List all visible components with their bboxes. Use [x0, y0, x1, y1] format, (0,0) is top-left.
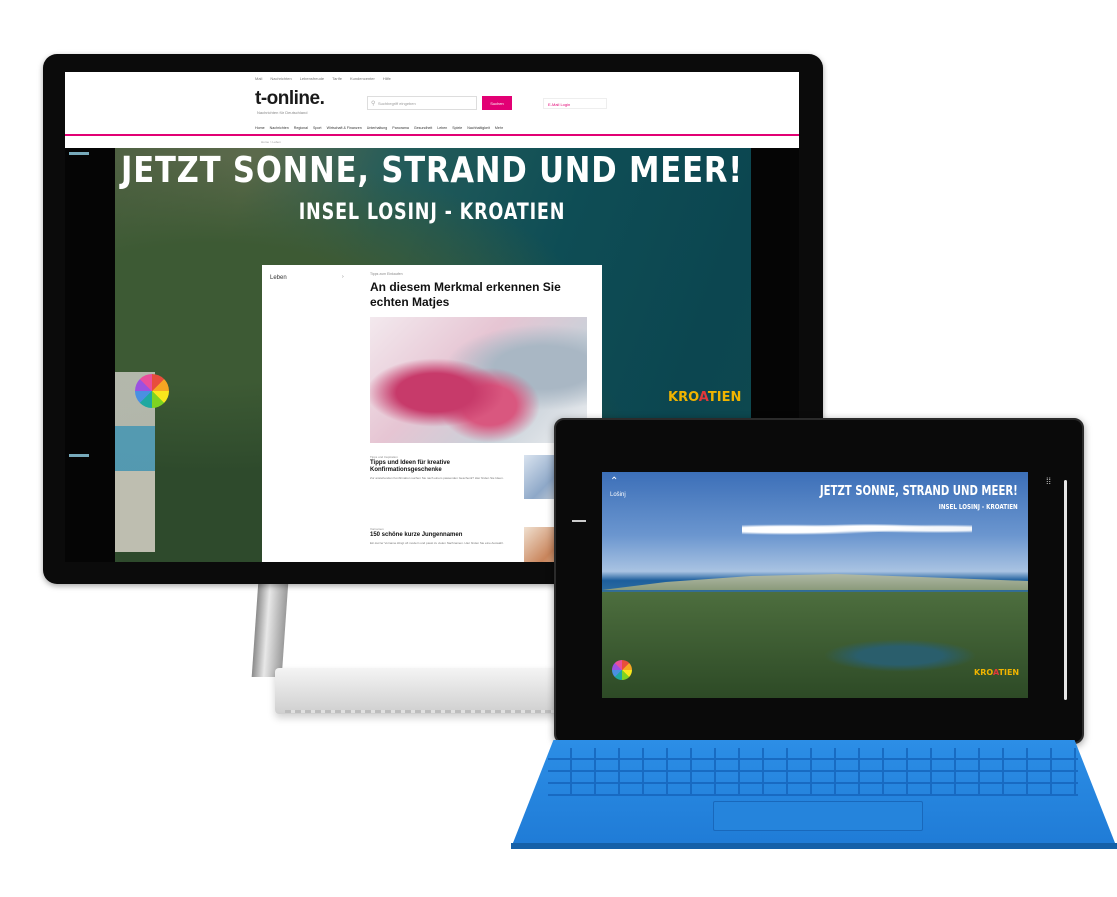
- tablet-screen[interactable]: ⌃ Lošinj JETZT SONNE, STRAND UND MEER! I…: [602, 472, 1028, 698]
- teaser-item[interactable]: Vornamen 150 schöne kurze Jungennamen Ei…: [370, 527, 520, 545]
- logo-tagline: Nachrichten für Deutschland: [257, 110, 308, 115]
- teaser-title[interactable]: 150 schöne kurze Jungennamen: [370, 532, 520, 539]
- tablet-side-tick: [572, 520, 586, 522]
- article-card: Leben › Tipps zum Einkaufen An diesem Me…: [262, 265, 602, 562]
- teaser-kicker: Tipps und Inspiration: [370, 455, 398, 459]
- top-nav-item[interactable]: Lebensfreude: [300, 76, 324, 81]
- keyboard-edge: [511, 843, 1117, 849]
- tablet-ad-subheadline[interactable]: INSEL LOSINJ - KROATIEN: [939, 503, 1018, 511]
- top-nav-item[interactable]: Nachrichten: [270, 76, 291, 81]
- ad-subheadline[interactable]: INSEL LOSINJ - KROATIEN: [138, 200, 725, 225]
- trackpad[interactable]: [713, 801, 923, 831]
- kroatien-logo-part: TIEN: [707, 390, 742, 405]
- article-headline[interactable]: An diesem Merkmal erkennen Sie echten Ma…: [370, 280, 595, 310]
- tablet-ad-headline[interactable]: JETZT SONNE, STRAND UND MEER!: [820, 484, 1018, 499]
- ad-left-border: [65, 148, 115, 562]
- breadcrumb[interactable]: Home > Leben: [261, 140, 281, 144]
- category-nav: Home Nachrichten Regional Sport Wirtscha…: [255, 126, 503, 130]
- category-item[interactable]: Gesundheit: [414, 126, 432, 130]
- teaser-text: Ein kurzer Vorname klingt oft modern und…: [370, 541, 504, 545]
- top-nav-item[interactable]: Hilfe: [383, 76, 391, 81]
- category-item[interactable]: Nachrichten: [270, 126, 289, 130]
- kroatien-logo[interactable]: KROATIEN: [668, 390, 741, 405]
- category-item[interactable]: Nachhaltigkeit: [467, 126, 490, 130]
- category-item[interactable]: Spiele: [452, 126, 462, 130]
- category-item[interactable]: Panorama: [392, 126, 409, 130]
- top-nav: Mail Nachrichten Lebensfreude Tarife Kun…: [255, 76, 391, 81]
- top-nav-item[interactable]: Kundencenter: [350, 76, 375, 81]
- side-scroll-tab[interactable]: [69, 454, 89, 457]
- article-kicker: Tipps zum Einkaufen: [370, 272, 403, 276]
- category-item[interactable]: Mehr: [495, 126, 503, 130]
- site-header: Mail Nachrichten Lebensfreude Tarife Kun…: [65, 72, 799, 148]
- t-online-logo[interactable]: t-online.: [255, 88, 325, 110]
- teaser-kicker: Vornamen: [370, 527, 384, 531]
- top-nav-item[interactable]: Mail: [255, 76, 262, 81]
- teaser-item[interactable]: Tipps und Inspiration Tipps und Ideen fü…: [370, 455, 520, 480]
- nav-divider: [65, 134, 799, 136]
- kroatien-logo-part: TIEN: [998, 668, 1020, 677]
- tablet-ad-island: [602, 574, 1028, 590]
- section-label[interactable]: Leben: [270, 275, 287, 281]
- search-button[interactable]: Suchen: [482, 96, 512, 110]
- ad-headline[interactable]: JETZT SONNE, STRAND UND MEER!: [120, 150, 744, 191]
- category-item[interactable]: Wirtschaft & Finanzen: [327, 126, 362, 130]
- monitor-stand-grille: [285, 710, 565, 713]
- monitor-stand-base: [275, 668, 575, 714]
- teaser-text: Zur anstehenden Konfirmation suchen Sie …: [370, 476, 504, 480]
- tablet-kroatien-logo[interactable]: KROATIEN: [974, 668, 1019, 677]
- losinj-flower-logo-icon[interactable]: [135, 374, 169, 408]
- tablet-ad-forest: [602, 592, 1028, 698]
- keyboard-keys[interactable]: [548, 748, 1078, 796]
- category-item[interactable]: Regional: [294, 126, 308, 130]
- category-item[interactable]: Sport: [313, 126, 322, 130]
- top-nav-item[interactable]: Tarife: [332, 76, 342, 81]
- category-item[interactable]: Leben: [437, 126, 447, 130]
- tablet-brand-name[interactable]: Lošinj: [610, 492, 626, 498]
- email-login-button[interactable]: E-Mail Login: [543, 98, 607, 109]
- losinj-mark-icon: ⌃: [610, 476, 619, 487]
- monitor-stand-arm: [268, 585, 568, 675]
- category-item[interactable]: Unterhaltung: [367, 126, 388, 130]
- kroatien-logo-part: KRO: [974, 668, 993, 677]
- grid-icon[interactable]: ⁞⁞: [1046, 476, 1051, 486]
- product-mockup: JETZT SONNE, STRAND UND MEER! INSEL LOSI…: [0, 0, 1117, 897]
- kroatien-logo-accent: A: [698, 390, 708, 405]
- teaser-title[interactable]: Tipps und Ideen für kreative Konfirmatio…: [370, 460, 520, 474]
- search-placeholder: Suchbegriff eingeben: [378, 101, 416, 106]
- tablet-scrollbar[interactable]: [1064, 480, 1067, 700]
- tablet-ad-clouds: [742, 520, 972, 536]
- tablet-device: ⌃ Lošinj JETZT SONNE, STRAND UND MEER! I…: [554, 418, 1084, 744]
- side-scroll-tab-top[interactable]: [69, 152, 89, 155]
- chevron-right-icon[interactable]: ›: [342, 274, 344, 280]
- tablet-losinj-flower-icon[interactable]: [612, 660, 632, 680]
- kroatien-logo-part: KRO: [668, 390, 699, 405]
- search-icon: ⚲: [371, 101, 376, 107]
- category-item[interactable]: Home: [255, 126, 265, 130]
- search-input[interactable]: ⚲ Suchbegriff eingeben: [367, 96, 477, 110]
